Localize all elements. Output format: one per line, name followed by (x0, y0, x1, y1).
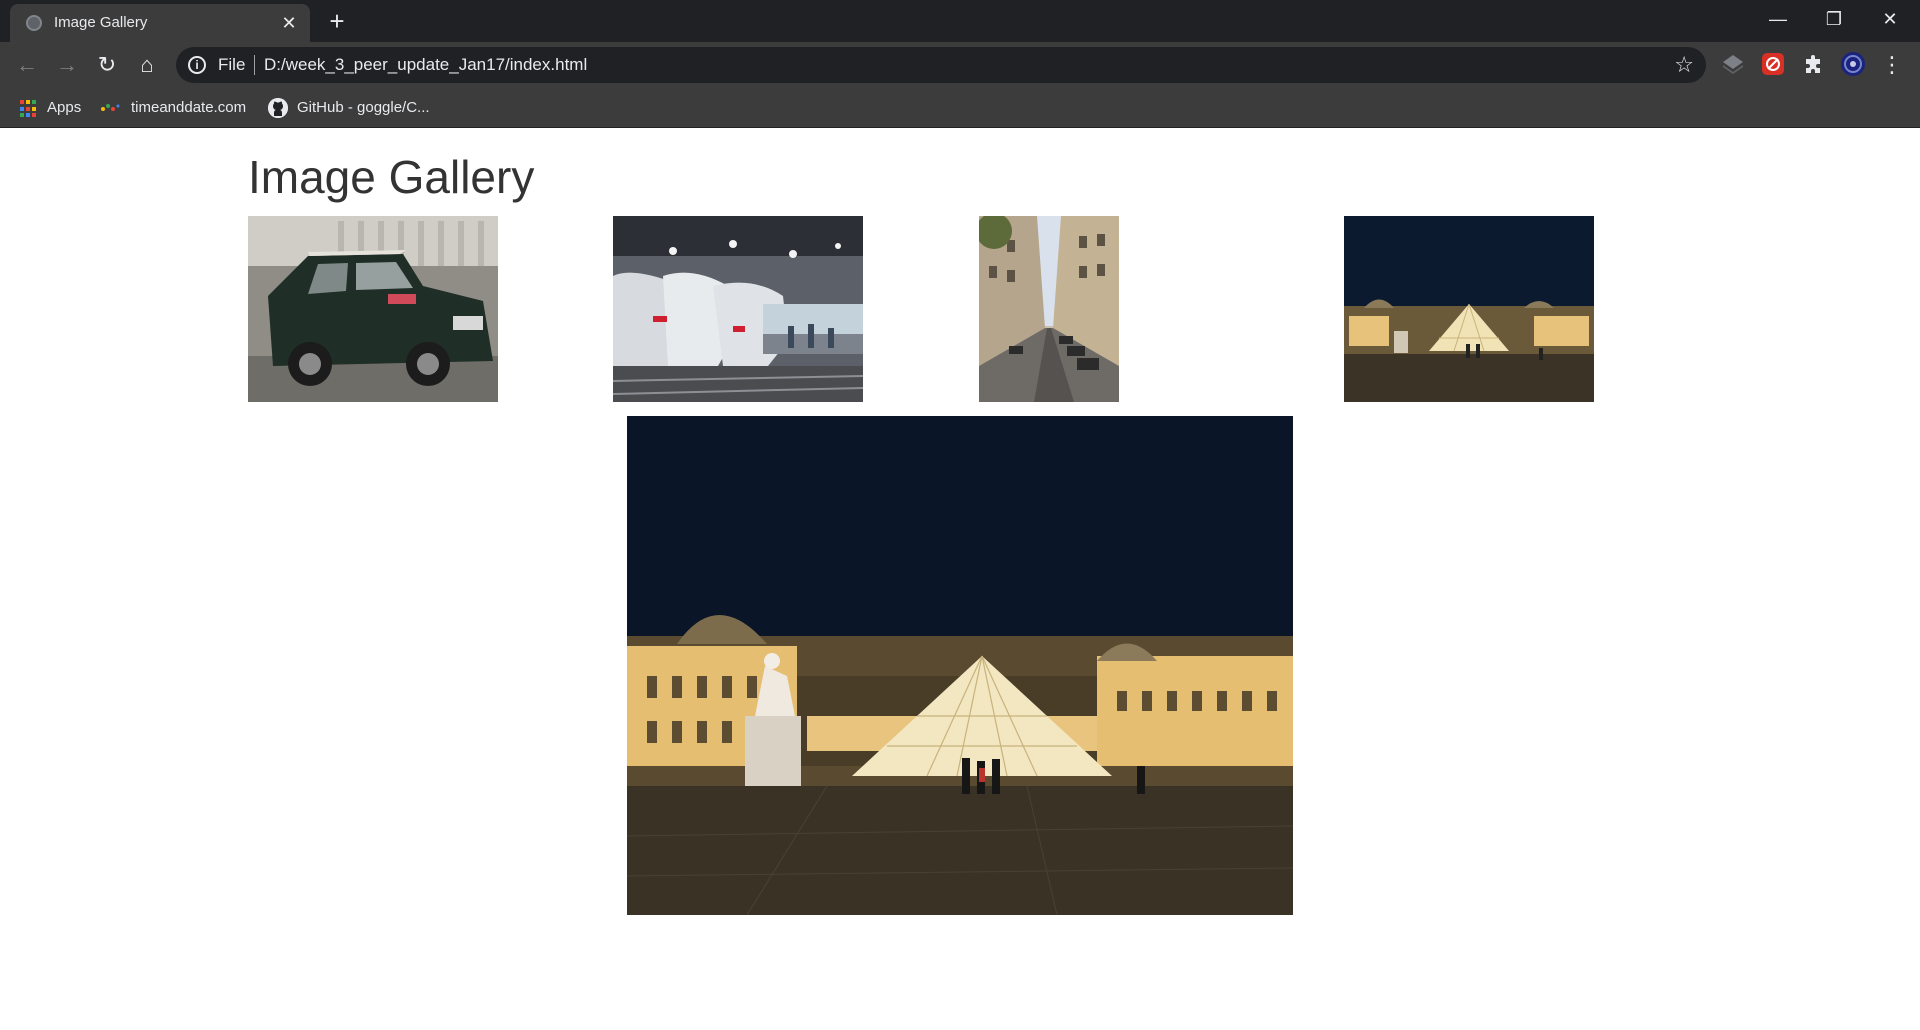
new-tab-button[interactable]: + (322, 8, 352, 36)
profile-avatar[interactable] (1840, 51, 1866, 77)
bookmark-github[interactable]: GitHub - goggle/C... (297, 98, 430, 118)
bookmark-star-icon[interactable]: ☆ (1674, 53, 1694, 77)
bookmarks-bar: Apps timeanddate.com GitHub - goggle/C..… (0, 88, 1920, 128)
forward-button[interactable]: → (50, 48, 84, 82)
reload-button[interactable]: ↻ (90, 48, 124, 82)
bookmark-apps[interactable]: Apps (47, 98, 81, 118)
tab-image-gallery[interactable]: Image Gallery ✕ (10, 4, 310, 42)
close-window-button[interactable]: ✕ (1862, 0, 1918, 38)
toolbar: ← → ↻ ⌂ i File D:/week_3_peer_update_Jan… (0, 42, 1920, 88)
bookmark-timeanddate[interactable]: timeanddate.com (131, 98, 246, 118)
page-content: Image Gallery (0, 128, 1920, 1030)
tab-strip: Image Gallery ✕ + — ❐ ✕ (0, 0, 1920, 42)
restore-button[interactable]: ❐ (1806, 0, 1862, 38)
page-title: Image Gallery (248, 151, 535, 203)
home-button[interactable]: ⌂ (130, 48, 164, 82)
info-icon[interactable]: i (188, 56, 206, 74)
featured-image-louvre (627, 416, 1293, 915)
extension-red-icon[interactable] (1760, 51, 1786, 77)
apps-grid-icon (20, 100, 38, 118)
address-separator (254, 55, 255, 75)
address-scheme: File (218, 55, 246, 74)
back-button[interactable]: ← (10, 48, 44, 82)
menu-kebab-icon[interactable]: ⋮ (1880, 48, 1904, 82)
thumbnail-louvre-night[interactable] (1344, 216, 1594, 402)
address-url[interactable]: D:/week_3_peer_update_Jan17/index.html (264, 55, 587, 75)
address-bar[interactable]: i File D:/week_3_peer_update_Jan17/index… (176, 47, 1706, 83)
extension-layers-icon[interactable] (1720, 51, 1746, 77)
minimize-button[interactable]: — (1750, 0, 1806, 38)
thumbnail-tgv-trains[interactable] (613, 216, 863, 402)
thumbnail-paris-street[interactable] (979, 216, 1119, 402)
tab-close-icon[interactable]: ✕ (278, 12, 300, 34)
extensions-puzzle-icon[interactable] (1800, 51, 1826, 77)
globe-icon (26, 15, 42, 31)
browser-chrome: Image Gallery ✕ + — ❐ ✕ ← → ↻ ⌂ i File D… (0, 0, 1920, 128)
thumbnail-mini-cooper[interactable] (248, 216, 498, 402)
tab-title: Image Gallery (54, 14, 148, 31)
timeanddate-icon (101, 104, 120, 111)
github-icon (268, 98, 288, 118)
